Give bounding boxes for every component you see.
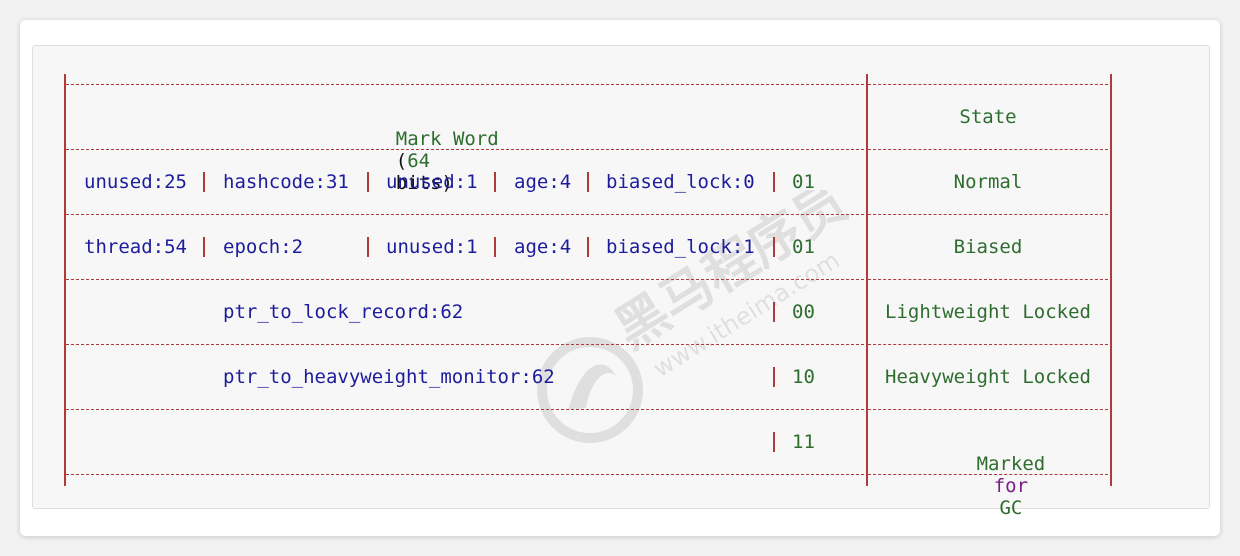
field-epoch-2: epoch:2 (223, 236, 304, 258)
field-age-4: age:4 (514, 171, 572, 193)
row-divider-5-right (868, 409, 1108, 410)
gc-word: GC (999, 497, 1023, 519)
state-normal: Normal (953, 171, 1023, 193)
field-unused-1: unused:1 (386, 236, 478, 258)
row-divider-5-left (66, 409, 864, 410)
field-separator (587, 237, 589, 257)
row-divider-3-left (66, 279, 864, 280)
field-separator (773, 302, 775, 322)
left-border (64, 74, 66, 486)
row-divider-top-left (66, 84, 864, 85)
field-biased-lock-0: biased_lock:0 (606, 171, 755, 193)
field-biased-lock-1: biased_lock:1 (606, 236, 755, 258)
field-separator (203, 172, 205, 192)
field-separator (203, 237, 205, 257)
field-unused-25: unused:25 (84, 171, 187, 193)
field-separator (773, 172, 775, 192)
field-separator (494, 237, 496, 257)
field-separator (587, 172, 589, 192)
lock-bits: 01 (792, 171, 815, 193)
row-divider-bottom-left (66, 474, 864, 475)
field-age-4: age:4 (514, 236, 572, 258)
field-separator (367, 237, 369, 257)
field-unused-1: unused:1 (386, 171, 478, 193)
lock-bits: 00 (792, 301, 815, 323)
state-header: State (959, 106, 1017, 128)
right-border (1110, 74, 1112, 486)
bits-number: 64 (407, 150, 431, 172)
lock-bits: 10 (792, 366, 815, 388)
field-ptr-to-lock-record: ptr_to_lock_record:62 (223, 301, 464, 323)
field-separator (773, 367, 775, 387)
field-separator (494, 172, 496, 192)
lock-bits: 01 (792, 236, 815, 258)
state-heavyweight-locked: Heavyweight Locked (885, 366, 1091, 388)
field-thread-54: thread:54 (84, 236, 187, 258)
row-divider-top-right (868, 84, 1108, 85)
mark-word-label: Mark Word (395, 128, 499, 150)
lock-bits: 11 (792, 431, 815, 453)
for-keyword: for (993, 475, 1029, 497)
field-separator (367, 172, 369, 192)
paren-open: ( (395, 150, 408, 172)
field-separator (773, 237, 775, 257)
state-lightweight-locked: Lightweight Locked (885, 301, 1091, 323)
row-divider-4-right (868, 344, 1108, 345)
field-ptr-to-heavyweight-monitor: ptr_to_heavyweight_monitor:62 (223, 366, 555, 388)
marked-word: Marked (976, 453, 1046, 475)
field-hashcode-31: hashcode:31 (223, 171, 349, 193)
field-separator (773, 432, 775, 452)
row-divider-2-right (868, 214, 1108, 215)
row-divider-1-right (868, 149, 1108, 150)
row-divider-3-right (868, 279, 1108, 280)
row-divider-4-left (66, 344, 864, 345)
mark-word-header: Mark Word (64 bits) (350, 106, 499, 216)
state-marked-for-gc: Marked for GC (868, 431, 1108, 541)
state-biased: Biased (953, 236, 1023, 258)
column-divider (866, 74, 868, 486)
